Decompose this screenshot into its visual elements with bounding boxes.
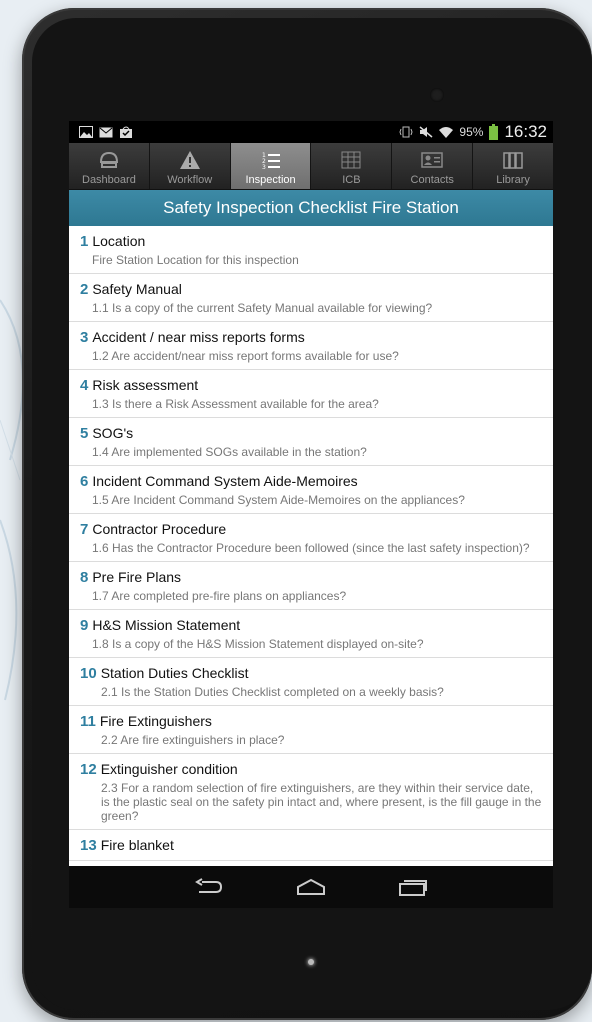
item-title: Incident Command System Aide-Memoires [92,473,358,489]
svg-text:3: 3 [262,164,266,170]
item-title: Safety Manual [92,281,182,297]
item-number: 11 [80,713,96,730]
status-clock: 16:32 [504,122,547,141]
battery-percentage: 95% [459,125,484,139]
item-subtitle: 1.2 Are accident/near miss report forms … [92,349,399,363]
item-title: Contractor Procedure [92,521,227,537]
tab-inspection[interactable]: 123 Inspection [230,143,312,189]
item-number: 2 [80,281,89,298]
checklist: 1 Location Fire Station Location for this… [69,226,553,866]
tab-library[interactable]: Library [473,143,553,189]
item-subtitle: 1.8 Is a copy of the H&S Mission Stateme… [92,637,424,651]
list-item[interactable]: 11 Fire Extinguishers 2.2 Are fire exting… [69,706,553,754]
tab-label: ICB [342,174,361,186]
system-nav-bar [69,866,553,908]
item-subtitle: 2.1 Is the Station Duties Checklist comp… [101,685,444,699]
list-item[interactable]: 8 Pre Fire Plans 1.7 Are completed pre-fi… [69,562,553,610]
item-number: 6 [80,473,89,490]
item-subtitle: 1.1 Is a copy of the current Safety Manu… [92,301,433,315]
tab-contacts[interactable]: Contacts [392,143,474,189]
item-number: 13 [80,837,97,854]
device-screen: 95% 16:32 Dashboard Workflow 123 Inspect… [69,121,553,908]
list-item[interactable]: 4 Risk assessment 1.3 Is there a Risk Ass… [69,370,553,418]
list-item[interactable]: 1 Location Fire Station Location for this… [69,226,553,274]
vibrate-icon [399,126,413,138]
tab-dashboard[interactable]: Dashboard [69,143,150,189]
list-item[interactable]: 5 SOG's 1.4 Are implemented SOGs availabl… [69,418,553,466]
tab-label: Contacts [410,174,454,186]
item-subtitle: 1.6 Has the Contractor Procedure been fo… [92,541,530,555]
contact-card-icon [421,152,443,168]
warning-icon [179,151,200,169]
item-title: Accident / near miss reports forms [92,329,305,345]
item-title: Fire Extinguishers [99,713,212,729]
wifi-icon [439,127,454,138]
list-item[interactable]: 6 Incident Command System Aide-Memoires 1… [69,466,553,514]
item-subtitle: Fire Station Location for this inspectio… [92,253,299,267]
grid-icon [341,151,361,169]
list-item[interactable]: 3 Accident / near miss reports forms 1.2 … [69,322,553,370]
back-icon [195,878,223,893]
dashboard-icon [99,151,118,168]
item-title: SOG's [92,425,134,441]
image-icon [79,126,93,138]
item-title: Pre Fire Plans [92,569,182,585]
item-subtitle: 1.3 Is there a Risk Assessment available… [92,397,379,411]
back-button[interactable] [193,875,225,899]
item-title: Extinguisher condition [100,761,238,777]
list-item[interactable]: 2 Safety Manual 1.1 Is a copy of the curr… [69,274,553,322]
item-title: Risk assessment [92,377,199,393]
bag-icon [120,126,132,138]
item-subtitle: 1.5 Are Incident Command System Aide-Mem… [92,493,465,507]
battery-icon [489,124,499,140]
mail-icon [99,127,113,138]
item-number: 1 [80,233,89,250]
item-number: 9 [80,617,89,634]
front-camera [430,88,444,102]
tab-label: Dashboard [82,174,136,186]
recent-apps-button[interactable] [397,875,429,899]
recent-apps-icon [399,880,427,896]
item-number: 4 [80,377,89,394]
item-number: 5 [80,425,89,442]
item-title: H&S Mission Statement [92,617,241,633]
mute-icon [419,126,433,138]
item-number: 7 [80,521,89,538]
list-item[interactable]: 12 Extinguisher condition 2.3 For a rando… [69,754,553,830]
item-number: 8 [80,569,89,586]
tab-label: Inspection [245,174,296,186]
books-icon [503,152,523,169]
item-subtitle: 1.4 Are implemented SOGs available in th… [92,445,367,459]
list-icon: 123 [262,152,280,170]
list-item[interactable]: 10 Station Duties Checklist 2.1 Is the St… [69,658,553,706]
tab-label: Workflow [167,174,213,186]
main-tab-bar: Dashboard Workflow 123 Inspection ICB Co… [69,143,553,190]
home-icon [297,878,325,895]
item-subtitle: 1.7 Are completed pre-fire plans on appl… [92,589,347,603]
page-title: Safety Inspection Checklist Fire Station [69,190,553,226]
notification-led [308,959,314,965]
list-item[interactable]: 13 Fire blanket [69,830,553,861]
item-number: 3 [80,329,89,346]
item-number: 10 [80,665,97,682]
list-item[interactable]: 7 Contractor Procedure 1.6 Has the Contra… [69,514,553,562]
item-title: Fire blanket [100,837,174,853]
item-subtitle: 2.2 Are fire extinguishers in place? [101,733,285,747]
status-bar: 95% 16:32 [69,121,553,143]
list-item[interactable]: 9 H&S Mission Statement 1.8 Is a copy of … [69,610,553,658]
home-button[interactable] [295,875,327,899]
item-subtitle: 2.3 For a random selection of fire extin… [101,781,542,823]
item-title: Station Duties Checklist [100,665,249,681]
item-number: 12 [80,761,97,778]
tab-workflow[interactable]: Workflow [150,143,231,189]
item-title: Location [92,233,146,249]
tab-icb[interactable]: ICB [311,143,393,189]
tab-label: Library [496,174,530,186]
